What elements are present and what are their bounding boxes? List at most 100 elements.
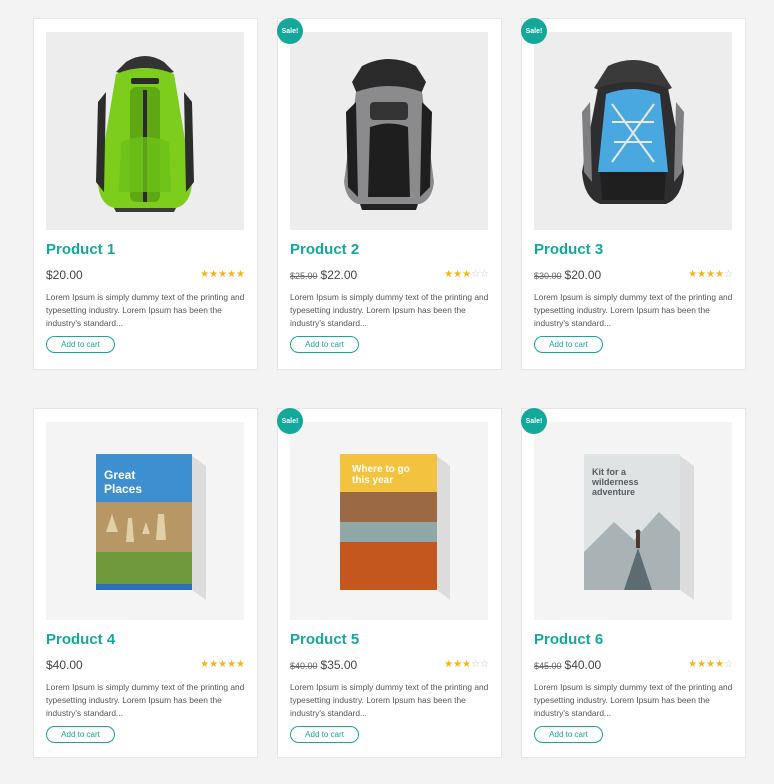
star-filled-icon: ★ (209, 269, 219, 280)
add-to-cart-button[interactable]: Add to cart (534, 336, 603, 353)
book-cover-icon: Great Places (96, 454, 206, 600)
star-filled-icon: ★ (715, 659, 725, 670)
price-row: $45.00 $40.00 ★★★★☆ (534, 655, 733, 675)
star-filled-icon: ★ (209, 659, 219, 670)
product-description: Lorem Ipsum is simply dummy text of the … (46, 682, 245, 718)
star-empty-icon: ☆ (471, 659, 481, 670)
old-price: $30.00 (534, 271, 562, 281)
star-rating: ★★★★☆ (688, 270, 733, 280)
svg-text:adventure: adventure (592, 487, 635, 497)
product-image[interactable]: Kit for a wilderness adventure (534, 422, 732, 620)
product-image[interactable] (534, 32, 732, 230)
star-rating: ★★★★★ (200, 270, 245, 280)
product-image[interactable]: Where to go this year (290, 422, 488, 620)
add-to-cart-button[interactable]: Add to cart (290, 726, 359, 743)
star-empty-icon: ☆ (471, 269, 481, 280)
current-price: $20.00 (46, 268, 83, 282)
star-rating: ★★★★★ (200, 660, 245, 670)
add-to-cart-button[interactable]: Add to cart (534, 726, 603, 743)
green-backpack-icon (96, 56, 194, 212)
add-to-cart-button[interactable]: Add to cart (46, 336, 115, 353)
current-price: $35.00 (320, 658, 358, 672)
product-title[interactable]: Product 6 (534, 630, 733, 650)
sale-badge: Sale! (277, 408, 303, 434)
current-price: $20.00 (564, 268, 602, 282)
product-title[interactable]: Product 4 (46, 630, 245, 650)
book-cover-icon: Kit for a wilderness adventure (584, 454, 694, 600)
price: $40.00 (46, 658, 83, 672)
product-title[interactable]: Product 2 (290, 240, 489, 260)
gray-backpack-icon (344, 59, 434, 210)
product-description: Lorem Ipsum is simply dummy text of the … (534, 682, 733, 718)
star-empty-icon: ☆ (480, 269, 489, 280)
product-description: Lorem Ipsum is simply dummy text of the … (46, 292, 245, 328)
product-title[interactable]: Product 1 (46, 240, 245, 260)
product-description: Lorem Ipsum is simply dummy text of the … (290, 292, 489, 328)
product-card: Sale! Kit for a wilderness adventure Pro… (521, 408, 746, 758)
product-image[interactable]: Great Places (46, 422, 244, 620)
product-description: Lorem Ipsum is simply dummy text of the … (290, 682, 489, 718)
product-title[interactable]: Product 5 (290, 630, 489, 650)
product-card: Sale! Where to go this year Product 5 $4… (277, 408, 502, 758)
product-title[interactable]: Product 3 (534, 240, 733, 260)
star-filled-icon: ★ (444, 659, 454, 670)
current-price: $40.00 (46, 658, 83, 672)
star-filled-icon: ★ (227, 269, 237, 280)
old-price: $45.00 (534, 661, 562, 671)
star-filled-icon: ★ (453, 269, 463, 280)
star-filled-icon: ★ (688, 269, 698, 280)
price: $40.00 $35.00 (290, 658, 357, 672)
svg-text:Great: Great (104, 468, 135, 482)
price-row: $40.00 ★★★★★ (46, 655, 245, 675)
product-description: Lorem Ipsum is simply dummy text of the … (534, 292, 733, 328)
price: $20.00 (46, 268, 83, 282)
add-to-cart-button[interactable]: Add to cart (46, 726, 115, 743)
current-price: $22.00 (320, 268, 358, 282)
star-filled-icon: ★ (227, 659, 237, 670)
add-to-cart-button[interactable]: Add to cart (290, 336, 359, 353)
old-price: $25.00 (290, 271, 318, 281)
product-grid: Product 1 $20.00 ★★★★★ Lorem Ipsum is si… (33, 18, 746, 758)
sale-badge: Sale! (521, 408, 547, 434)
svg-text:Kit for a: Kit for a (592, 467, 627, 477)
star-rating: ★★★★☆ (688, 660, 733, 670)
product-card: Sale! Product 2 $25.00 $22.00 ★★★☆☆ Lorem… (277, 18, 502, 370)
star-filled-icon: ★ (462, 269, 472, 280)
sale-badge: Sale! (277, 18, 303, 44)
old-price: $40.00 (290, 661, 318, 671)
current-price: $40.00 (564, 658, 602, 672)
star-filled-icon: ★ (453, 659, 463, 670)
blue-backpack-icon (582, 60, 684, 204)
star-filled-icon: ★ (200, 659, 210, 670)
price: $25.00 $22.00 (290, 268, 357, 282)
price-row: $30.00 $20.00 ★★★★☆ (534, 265, 733, 285)
product-card: Great Places Product 4 $40.00 ★★★★★ Lore… (33, 408, 258, 758)
star-rating: ★★★☆☆ (444, 270, 489, 280)
star-filled-icon: ★ (218, 659, 228, 670)
book-cover-icon: Where to go this year (340, 454, 450, 600)
svg-text:Places: Places (104, 482, 142, 496)
price: $45.00 $40.00 (534, 658, 601, 672)
price: $30.00 $20.00 (534, 268, 601, 282)
product-image[interactable] (46, 32, 244, 230)
star-filled-icon: ★ (688, 659, 698, 670)
price-row: $20.00 ★★★★★ (46, 265, 245, 285)
svg-text:this year: this year (352, 475, 393, 486)
product-image[interactable] (290, 32, 488, 230)
sale-badge: Sale! (521, 18, 547, 44)
star-empty-icon: ☆ (724, 659, 733, 670)
star-filled-icon: ★ (200, 269, 210, 280)
star-filled-icon: ★ (706, 659, 716, 670)
star-filled-icon: ★ (236, 659, 245, 670)
price-row: $25.00 $22.00 ★★★☆☆ (290, 265, 489, 285)
star-filled-icon: ★ (236, 269, 245, 280)
star-filled-icon: ★ (715, 269, 725, 280)
star-filled-icon: ★ (462, 659, 472, 670)
star-filled-icon: ★ (697, 269, 707, 280)
svg-text:wilderness: wilderness (591, 477, 639, 487)
star-filled-icon: ★ (697, 659, 707, 670)
star-rating: ★★★☆☆ (444, 660, 489, 670)
star-filled-icon: ★ (706, 269, 716, 280)
product-card: Sale! Product 3 $30.00 $20.00 ★★★★☆ Lorem… (521, 18, 746, 370)
star-empty-icon: ☆ (724, 269, 733, 280)
